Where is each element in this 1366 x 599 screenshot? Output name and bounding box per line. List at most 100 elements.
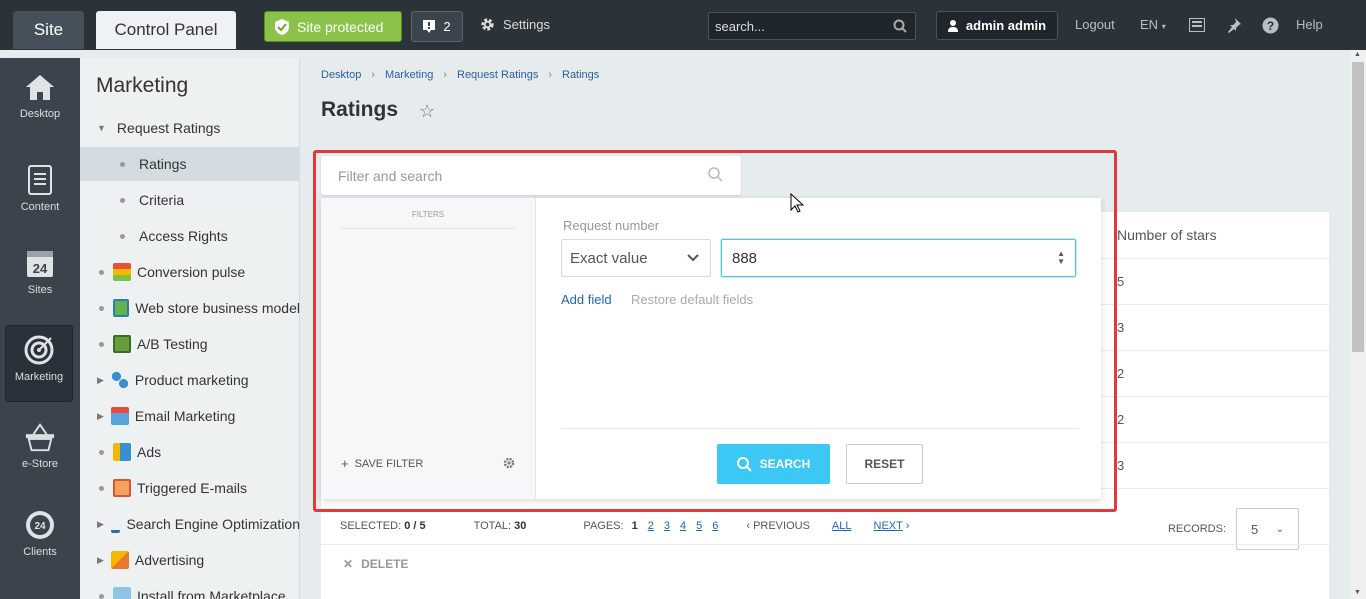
menu-item-access-rights[interactable]: Access Rights bbox=[80, 219, 300, 253]
bullet-icon bbox=[120, 161, 125, 167]
settings-button[interactable]: Settings bbox=[480, 17, 550, 32]
user-name: admin admin bbox=[965, 18, 1047, 33]
sidebar-item-clients[interactable]: 24 Clients bbox=[0, 510, 80, 558]
menu-item-email-marketing[interactable]: ▶ Email Marketing bbox=[80, 399, 300, 433]
user-button[interactable]: admin admin bbox=[936, 11, 1058, 40]
total-count: 30 bbox=[514, 520, 527, 532]
page-link[interactable]: 2 bbox=[648, 520, 654, 532]
bullet-icon bbox=[99, 485, 104, 491]
sidebar-item-marketing[interactable]: Marketing bbox=[5, 325, 73, 402]
sidebar-label: Content bbox=[20, 201, 60, 213]
column-header-stars[interactable]: Number of stars bbox=[1117, 227, 1217, 243]
page-current: 1 bbox=[631, 520, 638, 532]
triangle-down-icon: ▼ bbox=[97, 123, 106, 133]
notifications-button[interactable]: 2 bbox=[411, 11, 463, 42]
scroll-up-arrow-icon[interactable]: ▲ bbox=[1354, 51, 1361, 58]
delete-button[interactable]: ✕ DELETE bbox=[343, 557, 408, 571]
basket-icon bbox=[25, 423, 55, 452]
breadcrumb-item[interactable]: Marketing bbox=[385, 69, 433, 81]
gear-icon bbox=[481, 18, 494, 31]
megaphone-icon bbox=[113, 443, 131, 461]
main-sidebar: Desktop Content 24 Sites Marketing e-Sto… bbox=[0, 58, 80, 599]
sidebar-item-sites[interactable]: 24 Sites bbox=[0, 248, 80, 296]
site-protected-button[interactable]: Site protected bbox=[264, 11, 402, 42]
stars-cell: 5 bbox=[1117, 274, 1125, 289]
bullet-icon bbox=[99, 449, 104, 455]
triangle-right-icon: ▶ bbox=[97, 374, 104, 385]
notifications-count: 2 bbox=[443, 19, 451, 34]
sidebar-item-content[interactable]: Content bbox=[0, 165, 80, 213]
menu-item-label: Criteria bbox=[139, 192, 185, 208]
site-protected-label: Site protected bbox=[297, 18, 384, 35]
bullet-icon bbox=[99, 341, 104, 347]
page-link[interactable]: 6 bbox=[712, 520, 718, 532]
menu-item-ads[interactable]: Ads bbox=[80, 435, 300, 469]
language-selector[interactable]: EN ▾ bbox=[1140, 17, 1166, 32]
clients-24-icon: 24 bbox=[26, 511, 54, 539]
bullet-icon bbox=[99, 269, 104, 275]
triggered-email-icon bbox=[113, 479, 131, 497]
keyboard-icon[interactable] bbox=[1189, 18, 1205, 32]
page-scrollbar[interactable]: ▼ ▲ bbox=[1350, 50, 1366, 599]
tab-site[interactable]: Site bbox=[13, 11, 84, 49]
triangle-right-icon: ▶ bbox=[97, 410, 104, 421]
stars-cell: 3 bbox=[1117, 320, 1125, 335]
page-link[interactable]: 3 bbox=[664, 520, 670, 532]
breadcrumb-item[interactable]: Desktop bbox=[321, 69, 361, 81]
breadcrumb-item[interactable]: Request Ratings bbox=[457, 69, 538, 81]
all-link[interactable]: ALL bbox=[832, 520, 852, 532]
menu-item-ab-testing[interactable]: A/B Testing bbox=[80, 327, 300, 361]
stars-cell: 2 bbox=[1117, 412, 1125, 427]
tab-control-panel[interactable]: Control Panel bbox=[96, 11, 236, 49]
help-icon[interactable]: ? bbox=[1262, 17, 1279, 34]
menu-item-web-store-business-model[interactable]: Web store business model bbox=[80, 291, 300, 325]
menu-item-product-marketing[interactable]: ▶ Product marketing bbox=[80, 363, 300, 397]
user-icon bbox=[947, 19, 958, 32]
grid-pager: SELECTED: 0 / 5 TOTAL: 30 PAGES: 1 2 3 4… bbox=[321, 508, 1329, 550]
top-search-placeholder: search... bbox=[715, 18, 765, 34]
menu-item-label: Install from Marketplace bbox=[137, 588, 286, 599]
help-link[interactable]: Help bbox=[1296, 17, 1323, 32]
page-title: Ratings bbox=[321, 98, 399, 121]
pages-label: PAGES: bbox=[583, 520, 624, 532]
pin-icon[interactable] bbox=[1226, 17, 1242, 33]
scroll-down-arrow-icon[interactable]: ▼ bbox=[1354, 589, 1361, 596]
menu-item-ratings[interactable]: Ratings bbox=[80, 147, 300, 181]
page-link[interactable]: 5 bbox=[696, 520, 702, 532]
breadcrumb-item[interactable]: Ratings bbox=[562, 69, 599, 81]
svg-text:?: ? bbox=[1267, 19, 1274, 33]
menu-item-advertising[interactable]: ▶ Advertising bbox=[80, 543, 300, 577]
page-link[interactable]: 4 bbox=[680, 520, 686, 532]
chevron-down-icon: ▾ bbox=[1161, 22, 1166, 31]
triangle-right-icon: ▶ bbox=[97, 518, 104, 529]
menu-item-label: Search Engine Optimization bbox=[126, 516, 300, 532]
sidebar-label: Desktop bbox=[19, 108, 61, 120]
menu-item-seo[interactable]: ▶ Search Engine Optimization bbox=[80, 507, 300, 541]
favorite-star-icon[interactable]: ☆ bbox=[419, 101, 435, 122]
sidebar-item-desktop[interactable]: Desktop bbox=[0, 72, 80, 120]
stars-cell: 3 bbox=[1117, 458, 1125, 473]
next-label: NEXT bbox=[873, 520, 903, 532]
seo-icon bbox=[110, 515, 121, 533]
menu-item-label: Email Marketing bbox=[134, 408, 236, 424]
menu-item-request-ratings[interactable]: ▼ Request Ratings bbox=[80, 111, 300, 145]
stars-cell: 2 bbox=[1117, 366, 1125, 381]
delete-label: DELETE bbox=[361, 557, 409, 571]
logout-link[interactable]: Logout bbox=[1075, 17, 1115, 32]
scrollbar-thumb[interactable] bbox=[1352, 62, 1364, 352]
menu-item-triggered-emails[interactable]: Triggered E-mails bbox=[80, 471, 300, 505]
sidebar-item-estore[interactable]: e-Store bbox=[0, 422, 80, 470]
previous-button[interactable]: ‹ PREVIOUS bbox=[746, 520, 810, 532]
menu-item-label: Conversion pulse bbox=[137, 264, 246, 280]
menu-item-install-marketplace[interactable]: Install from Marketplace bbox=[80, 579, 300, 599]
next-button[interactable]: NEXT › bbox=[874, 520, 910, 532]
language-label: EN bbox=[1140, 17, 1159, 32]
menu-item-criteria[interactable]: Criteria bbox=[80, 183, 300, 217]
svg-text:24: 24 bbox=[33, 261, 48, 276]
marketplace-icon bbox=[113, 587, 131, 599]
mouse-cursor-icon bbox=[790, 193, 804, 213]
menu-item-conversion-pulse[interactable]: Conversion pulse bbox=[80, 255, 300, 289]
top-search-input[interactable]: search... bbox=[708, 12, 916, 40]
ab-testing-icon bbox=[113, 335, 131, 353]
menu-item-label: Ratings bbox=[139, 156, 187, 172]
